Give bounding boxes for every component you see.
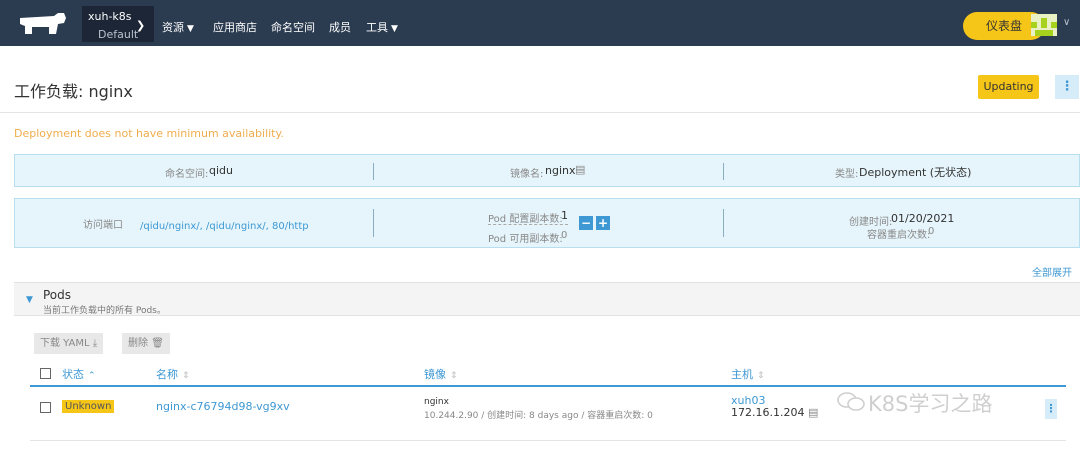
sort-up-icon: ⌃ bbox=[88, 371, 96, 381]
type-value: Deployment (无状态) bbox=[859, 166, 972, 179]
watermark-text: K8S学习之路 bbox=[868, 392, 993, 416]
table-header-underline bbox=[30, 385, 1066, 387]
node-ip: 172.16.1.204 ▤ bbox=[731, 406, 819, 419]
restarts-value: 0 bbox=[928, 226, 935, 237]
row-checkbox[interactable] bbox=[40, 402, 51, 413]
availability-warning: Deployment does not have minimum availab… bbox=[14, 127, 284, 140]
kebab-icon[interactable]: ⋮ bbox=[1055, 75, 1079, 99]
nav-item-resources[interactable]: 资源 ▼ bbox=[162, 19, 194, 35]
namespace-label: 命名空间: bbox=[165, 169, 209, 180]
chevron-down-icon: ▼ bbox=[187, 24, 194, 34]
workload-info-panel: 命名空间: qidu 镜像名: nginx ▤ 类型: Deployment (… bbox=[14, 154, 1080, 187]
delete-button[interactable]: 删除 🗑 bbox=[122, 333, 170, 354]
scale-up-button[interactable]: + bbox=[596, 216, 610, 230]
pods-title: Pods bbox=[43, 288, 72, 302]
copy-icon[interactable]: ▤ bbox=[575, 163, 585, 176]
endpoints-label: 访问端口 bbox=[83, 220, 123, 231]
panel-separator bbox=[373, 209, 374, 237]
nav-item-tools[interactable]: 工具 ▼ bbox=[366, 19, 398, 35]
download-icon: ⤓ bbox=[92, 338, 98, 349]
row-kebab-icon[interactable]: ⋮ bbox=[1045, 399, 1057, 419]
copy-icon[interactable]: ▤ bbox=[808, 406, 818, 419]
trash-icon: 🗑 bbox=[151, 338, 164, 349]
column-header-image[interactable]: 镜像 ⇕ bbox=[424, 366, 458, 382]
panel-separator bbox=[723, 209, 724, 237]
sort-icon: ⇕ bbox=[182, 371, 190, 381]
available-value: 0 bbox=[561, 230, 568, 241]
select-all-checkbox[interactable] bbox=[40, 368, 51, 379]
avatar-pixel bbox=[1031, 22, 1037, 28]
available-label: Pod 可用副本数: bbox=[488, 234, 563, 245]
page-title: 工作负载: nginx bbox=[14, 82, 133, 101]
column-header-node[interactable]: 主机 ⇕ bbox=[731, 366, 765, 382]
scale-label: Pod 配置副本数: bbox=[488, 214, 563, 225]
created-value: 01/20/2021 bbox=[891, 212, 955, 225]
pods-section-header[interactable]: ▼ Pods 当前工作负载中的所有 Pods。 bbox=[14, 282, 1080, 316]
image-label: 镜像名: bbox=[510, 169, 544, 180]
header-divider bbox=[0, 112, 1080, 113]
scale-divider bbox=[488, 224, 568, 225]
workload-status-panel: 访问端口 /qidu/nginx/, /qidu/nginx/, 80/http… bbox=[14, 198, 1080, 248]
column-header-state[interactable]: 状态 ⌃ bbox=[62, 366, 96, 382]
pod-image-detail: 10.244.2.90 / 创建时间: 8 days ago / 容器重启次数:… bbox=[424, 411, 653, 421]
table-row-divider bbox=[30, 440, 1066, 441]
avatar[interactable] bbox=[1031, 14, 1057, 36]
rancher-cow-icon[interactable] bbox=[16, 10, 70, 38]
restarts-label: 容器重启次数: bbox=[867, 230, 931, 241]
pod-image: nginx bbox=[424, 397, 449, 407]
panel-separator bbox=[723, 163, 724, 180]
chevron-down-icon[interactable]: ∨ bbox=[1063, 17, 1070, 28]
workload-state-button[interactable]: Updating bbox=[978, 75, 1039, 99]
nav-item-namespaces[interactable]: 命名空间 bbox=[271, 19, 315, 35]
chevron-down-icon: ▼ bbox=[391, 24, 398, 34]
wechat-icon bbox=[837, 392, 865, 411]
avatar-pixel bbox=[1035, 30, 1053, 36]
endpoints-link[interactable]: /qidu/nginx/, /qidu/nginx/, 80/http bbox=[140, 221, 309, 232]
scale-down-button[interactable]: − bbox=[579, 216, 593, 230]
column-header-name[interactable]: 名称 ⇕ bbox=[156, 366, 190, 382]
namespace-value: qidu bbox=[209, 164, 233, 177]
avatar-pixel bbox=[1051, 22, 1057, 28]
type-label: 类型: bbox=[835, 169, 859, 180]
image-value: nginx bbox=[545, 164, 576, 177]
chevron-down-icon: ❯ bbox=[136, 19, 146, 32]
top-navigation-bar: xuh-k8s Default ❯ 资源 ▼ 应用商店 命名空间 成员 工具 ▼ 仪… bbox=[0, 0, 1080, 46]
scale-value: 1 bbox=[561, 209, 568, 222]
status-badge: Unknown bbox=[62, 400, 115, 413]
pods-subtitle: 当前工作负载中的所有 Pods。 bbox=[43, 306, 166, 316]
nav-item-members[interactable]: 成员 bbox=[329, 19, 351, 35]
sort-icon: ⇕ bbox=[757, 371, 765, 381]
expand-all-link[interactable]: 全部展开 bbox=[1032, 264, 1072, 279]
cluster-selector[interactable]: xuh-k8s Default ❯ bbox=[82, 6, 154, 42]
avatar-pixel bbox=[1041, 18, 1047, 28]
panel-separator bbox=[373, 163, 374, 180]
sort-icon: ⇕ bbox=[450, 371, 458, 381]
pod-name-link[interactable]: nginx-c76794d98-vg9xv bbox=[156, 400, 290, 413]
cluster-name: xuh-k8s bbox=[88, 10, 132, 23]
download-yaml-button[interactable]: 下载 YAML ⤓ bbox=[34, 333, 104, 354]
nav-item-app-store[interactable]: 应用商店 bbox=[213, 19, 257, 35]
collapse-triangle-icon[interactable]: ▼ bbox=[26, 295, 33, 305]
cluster-project: Default bbox=[98, 28, 139, 41]
